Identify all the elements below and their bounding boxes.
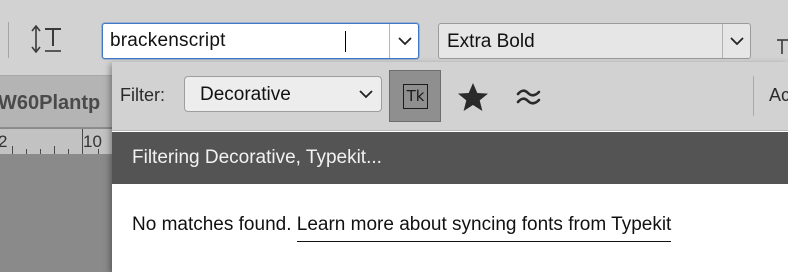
add-fonts-link[interactable]: Ac xyxy=(769,85,788,106)
star-icon xyxy=(458,83,488,111)
learn-more-link[interactable]: Learn more about syncing fonts from Type… xyxy=(296,214,672,242)
font-family-field[interactable] xyxy=(102,23,419,59)
filter-status-bar: Filtering Decorative, Typekit... xyxy=(112,132,788,184)
chevron-down-icon xyxy=(359,90,373,99)
ruler-tick xyxy=(98,149,99,154)
font-style-value: Extra Bold xyxy=(447,31,535,52)
font-family-input[interactable] xyxy=(103,24,389,58)
similar-fonts-filter-button[interactable] xyxy=(513,81,549,113)
filter-label: Filter: xyxy=(120,85,165,105)
ruler-tick xyxy=(68,149,69,154)
ruler-tick xyxy=(12,146,13,154)
font-family-dropdown-button[interactable] xyxy=(390,24,420,58)
text-caret xyxy=(345,31,346,52)
filter-select-value: Decorative xyxy=(200,84,291,105)
typekit-icon: Tk xyxy=(403,84,428,109)
ruler-tick xyxy=(54,146,55,154)
font-classification-filter[interactable]: Decorative xyxy=(184,76,382,112)
favorites-filter-button[interactable] xyxy=(455,81,491,113)
typekit-filter-button[interactable]: Tk xyxy=(389,70,441,122)
document-area: W60Plantp 2 10 xyxy=(0,76,112,272)
panel-divider xyxy=(753,76,754,116)
font-list-panel: Filter: Decorative Tk Ac Filtering Decor… xyxy=(112,62,788,272)
chevron-down-icon xyxy=(730,37,744,46)
no-matches-text: No matches found. xyxy=(132,214,292,235)
ruler-tick xyxy=(26,149,27,154)
no-matches-message: No matches found. Learn more about synci… xyxy=(132,214,672,242)
font-size-icon[interactable] xyxy=(776,37,788,57)
ruler-label: 2 xyxy=(0,132,8,151)
filter-row: Filter: Decorative Tk Ac xyxy=(112,62,788,131)
font-style-dropdown-button[interactable] xyxy=(723,24,753,58)
filter-status-text: Filtering Decorative, Typekit... xyxy=(132,147,382,168)
similar-fonts-icon xyxy=(516,89,541,105)
chevron-down-icon xyxy=(398,37,412,46)
ruler-label: 10 xyxy=(83,132,102,151)
ruler-tick xyxy=(40,149,41,154)
horizontal-ruler: 2 10 xyxy=(0,129,112,155)
text-orientation-icon[interactable] xyxy=(30,24,70,54)
toolbar-divider xyxy=(8,22,9,58)
font-style-select[interactable]: Extra Bold xyxy=(438,23,751,59)
document-tab[interactable]: W60Plantp xyxy=(0,76,112,128)
ruler-tick xyxy=(82,129,83,154)
document-tab-title: W60Plantp xyxy=(0,92,101,114)
